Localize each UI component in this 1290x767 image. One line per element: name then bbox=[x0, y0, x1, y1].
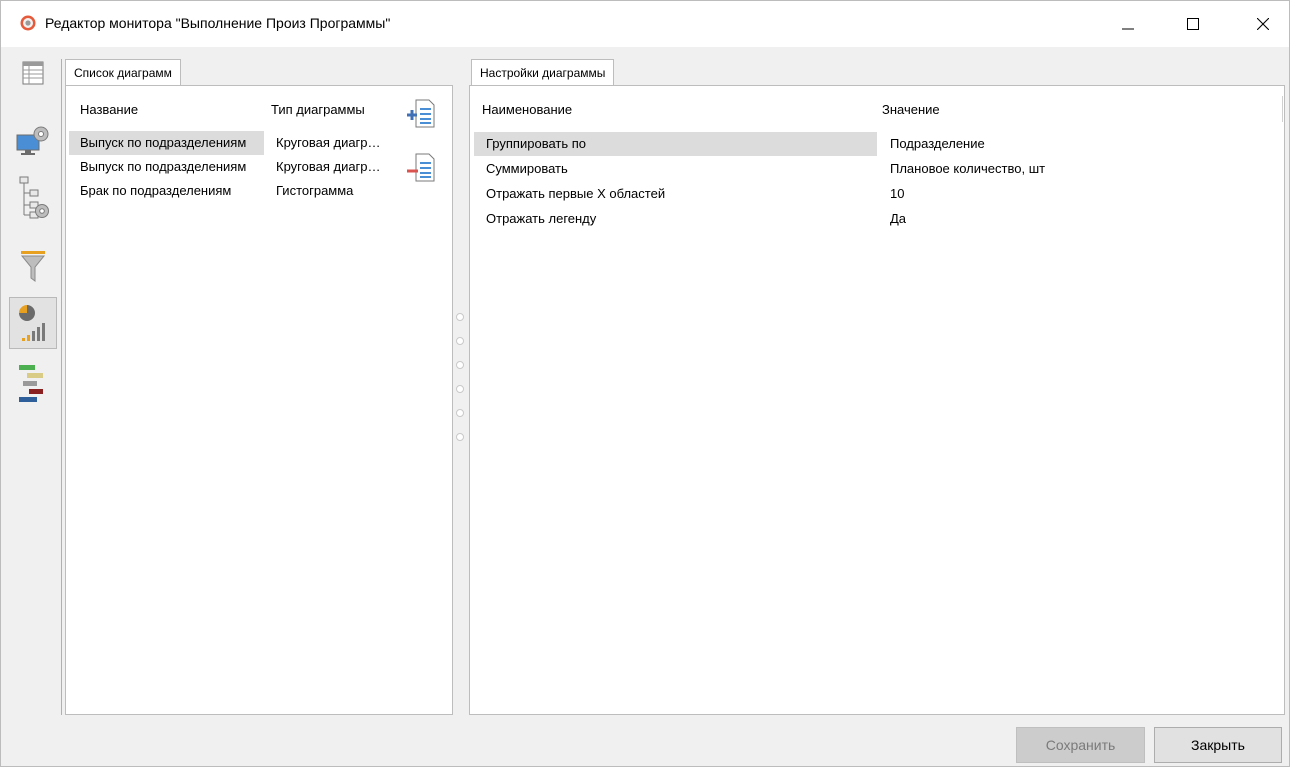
setting-value[interactable]: Плановое количество, шт bbox=[890, 161, 1270, 176]
setting-name[interactable]: Отражать первые X областей bbox=[486, 186, 866, 201]
title-bar: Редактор монитора "Выполнение Произ Прог… bbox=[1, 1, 1289, 47]
toolbar-gantt-button[interactable] bbox=[9, 359, 57, 409]
settings-scrollbar-edge bbox=[1282, 96, 1283, 122]
add-diagram-button[interactable] bbox=[404, 96, 438, 130]
save-button[interactable]: Сохранить bbox=[1016, 727, 1145, 763]
setting-name[interactable]: Группировать по bbox=[486, 136, 866, 151]
close-button[interactable]: Закрыть bbox=[1154, 727, 1282, 763]
toolbar-divider bbox=[61, 59, 62, 715]
setting-name[interactable]: Отражать легенду bbox=[486, 211, 866, 226]
remove-list-icon bbox=[407, 153, 435, 182]
monitor-settings-icon bbox=[16, 126, 49, 155]
splitter-grip bbox=[456, 361, 464, 369]
splitter-grip bbox=[456, 313, 464, 321]
column-header-setting-name[interactable]: Наименование bbox=[482, 102, 572, 117]
list-item-name[interactable]: Брак по подразделениям bbox=[80, 183, 256, 198]
maximize-icon bbox=[1187, 18, 1199, 30]
toolbar-tree-settings-button[interactable] bbox=[9, 176, 57, 222]
toolbar-charts-button[interactable] bbox=[9, 297, 57, 349]
splitter-grip bbox=[456, 337, 464, 345]
close-window-button[interactable] bbox=[1240, 1, 1286, 47]
tree-settings-icon bbox=[19, 176, 49, 219]
panel-splitter[interactable] bbox=[453, 59, 467, 715]
minimize-icon bbox=[1122, 28, 1134, 30]
toolbar-table-button[interactable] bbox=[9, 51, 57, 95]
column-header-type[interactable]: Тип диаграммы bbox=[271, 102, 365, 117]
add-list-icon bbox=[407, 99, 435, 128]
tab-diagram-settings[interactable]: Настройки диаграммы bbox=[471, 59, 615, 86]
splitter-grip bbox=[456, 409, 464, 417]
minimize-button[interactable] bbox=[1105, 1, 1151, 47]
setting-value[interactable]: Да bbox=[890, 211, 1270, 226]
setting-value[interactable]: Подразделение bbox=[890, 136, 1270, 151]
app-logo-icon bbox=[20, 15, 36, 31]
pie-bar-chart-icon bbox=[19, 305, 45, 341]
gantt-icon bbox=[19, 365, 43, 402]
editor-window: Редактор монитора "Выполнение Произ Прог… bbox=[0, 0, 1290, 767]
remove-diagram-button[interactable] bbox=[404, 150, 438, 184]
maximize-button[interactable] bbox=[1170, 1, 1216, 47]
diagram-settings-panel: Наименование Значение Группировать по По… bbox=[469, 85, 1285, 715]
close-icon bbox=[1257, 18, 1269, 30]
column-header-name[interactable]: Название bbox=[80, 102, 138, 117]
list-item-name[interactable]: Выпуск по подразделениям bbox=[80, 159, 256, 174]
list-item-name[interactable]: Выпуск по подразделениям bbox=[80, 135, 256, 150]
list-item-type[interactable]: Круговая диаграмма bbox=[276, 135, 386, 150]
toolbar-monitor-settings-button[interactable] bbox=[9, 119, 57, 163]
list-item-type[interactable]: Круговая диаграмма bbox=[276, 159, 386, 174]
column-header-setting-value[interactable]: Значение bbox=[882, 102, 940, 117]
splitter-grip bbox=[456, 433, 464, 441]
list-item-type[interactable]: Гистограмма bbox=[276, 183, 386, 198]
filter-icon bbox=[20, 251, 46, 282]
setting-name[interactable]: Суммировать bbox=[486, 161, 866, 176]
tab-diagram-list[interactable]: Список диаграмм bbox=[65, 59, 181, 86]
window-title: Редактор монитора "Выполнение Произ Прог… bbox=[45, 15, 391, 31]
diagram-list-panel: Название Тип диаграммы Выпуск по подразд… bbox=[65, 85, 453, 715]
toolbar-filter-button[interactable] bbox=[9, 244, 57, 288]
table-icon bbox=[22, 61, 44, 85]
setting-value[interactable]: 10 bbox=[890, 186, 1270, 201]
splitter-grip bbox=[456, 385, 464, 393]
